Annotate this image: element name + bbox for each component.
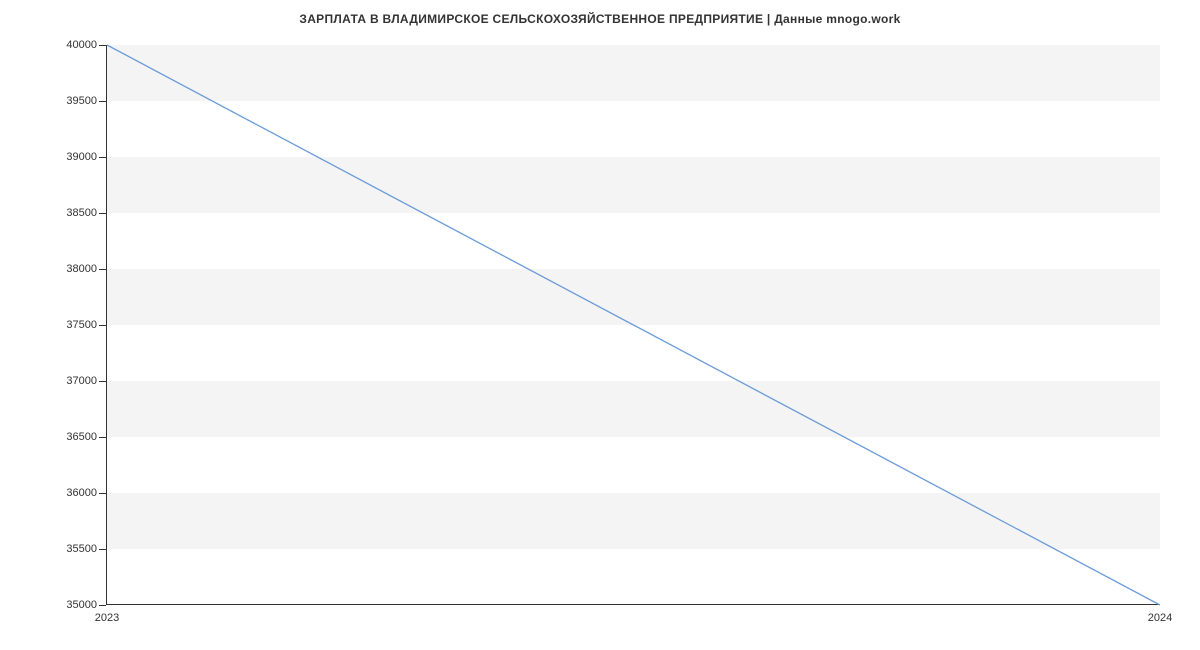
y-tick-label: 37500	[17, 319, 97, 331]
x-tick-label: 2023	[95, 612, 119, 624]
y-tick	[99, 605, 106, 606]
y-tick-label: 38000	[17, 263, 97, 275]
y-tick-label: 40000	[17, 39, 97, 51]
y-tick-label: 35000	[17, 599, 97, 611]
y-tick	[99, 381, 106, 382]
chart-title: ЗАРПЛАТА В ВЛАДИМИРСКОЕ СЕЛЬСКОХОЗЯЙСТВЕ…	[0, 12, 1200, 26]
y-tick-label: 36500	[17, 431, 97, 443]
y-tick	[99, 269, 106, 270]
y-tick	[99, 45, 106, 46]
chart-container: ЗАРПЛАТА В ВЛАДИМИРСКОЕ СЕЛЬСКОХОЗЯЙСТВЕ…	[0, 0, 1200, 650]
chart-line-svg	[107, 45, 1160, 605]
y-tick	[99, 101, 106, 102]
y-tick-label: 36000	[17, 487, 97, 499]
y-tick-label: 39500	[17, 95, 97, 107]
series-line	[107, 45, 1160, 605]
y-tick-label: 35500	[17, 543, 97, 555]
y-tick-label: 39000	[17, 151, 97, 163]
y-tick	[99, 549, 106, 550]
y-tick	[99, 157, 106, 158]
y-tick	[99, 437, 106, 438]
y-tick	[99, 213, 106, 214]
x-tick-label: 2024	[1148, 612, 1172, 624]
y-tick	[99, 493, 106, 494]
y-tick-label: 38500	[17, 207, 97, 219]
y-tick-label: 37000	[17, 375, 97, 387]
y-tick	[99, 325, 106, 326]
